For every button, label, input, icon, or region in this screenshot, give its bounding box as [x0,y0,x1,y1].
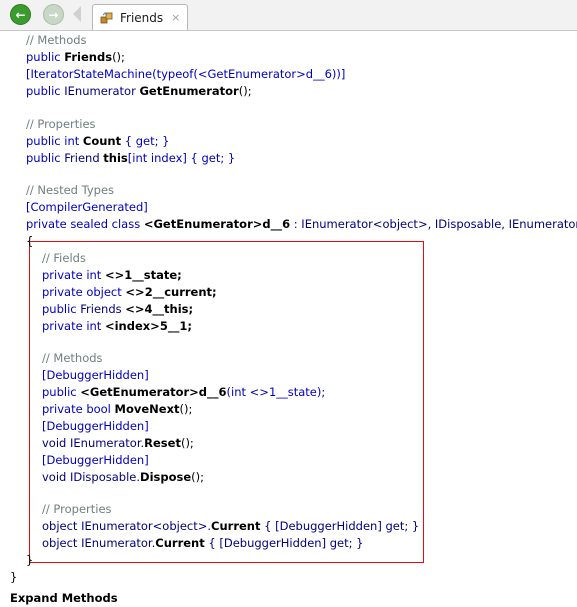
history-dropdown-icon[interactable] [73,6,81,22]
comment-methods: // Methods [26,33,87,47]
debugger-hidden-2: [DebuggerHidden] [42,419,149,433]
indexer-line: public Friend this[int index] { get; } [26,151,236,165]
comment-nested-types: // Nested Types [26,183,115,197]
field-index: private int <index>5__1; [42,319,192,333]
comment-nested-methods: // Methods [42,351,103,365]
class-icon [100,11,114,25]
toolbar: ← → Friends × [0,0,577,31]
expand-methods-link[interactable]: Expand Methods [10,590,118,607]
nested-ctor-line: public <GetEnumerator>d__6(int <>1__stat… [42,385,326,399]
tab-title: Friends [120,10,164,25]
dispose-line: void IDisposable.Dispose(); [42,470,205,484]
debugger-hidden-3: [DebuggerHidden] [42,453,149,467]
open-brace: { [26,234,34,248]
comment-nested-properties: // Properties [42,502,112,516]
movenext-line: private bool MoveNext(); [42,402,193,416]
compiler-generated-line: [CompilerGenerated] [26,200,148,214]
debugger-hidden-1: [DebuggerHidden] [42,368,149,382]
arrow-right-icon: → [48,7,59,22]
forward-button[interactable]: → [43,4,64,25]
back-button[interactable]: ← [10,4,31,25]
close-brace-inner: } [26,553,34,567]
reset-line: void IEnumerator.Reset(); [42,436,194,450]
close-icon[interactable]: × [171,11,180,24]
current-generic-line: object IEnumerator<object>.Current { [De… [42,519,420,533]
getenumerator-line: public IEnumerator GetEnumerator(); [26,84,252,98]
nested-class-line: private sealed class <GetEnumerator>d__6… [26,217,577,231]
close-brace-outer: } [10,570,18,584]
tab-friends[interactable]: Friends × [92,4,188,30]
ctor-line: public Friends(); [26,50,125,64]
field-this: public Friends <>4__this; [42,302,194,316]
comment-properties: // Properties [26,117,96,131]
count-line: public int Count { get; } [26,134,170,148]
field-current: private object <>2__current; [42,285,217,299]
iterator-attr-line: [IteratorStateMachine(typeof(<GetEnumera… [26,67,346,81]
field-state: private int <>1__state; [42,268,182,282]
arrow-left-icon: ← [15,7,26,22]
current-line: object IEnumerator.Current { [DebuggerHi… [42,536,364,550]
comment-fields: // Fields [42,251,86,265]
